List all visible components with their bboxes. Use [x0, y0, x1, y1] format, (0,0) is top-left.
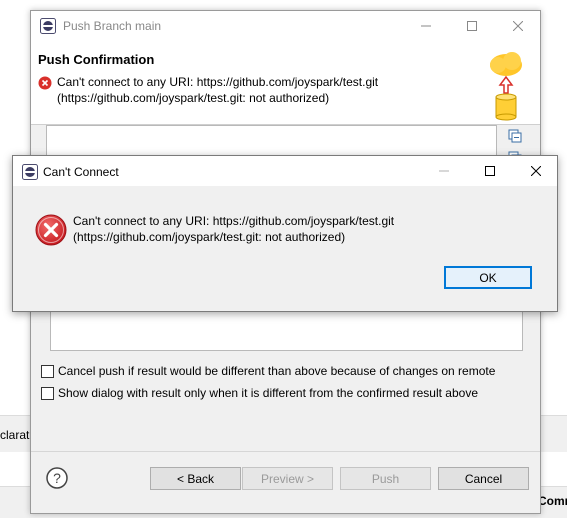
header-error-message: Can't connect to any URI: https://github… — [57, 74, 477, 106]
error-icon — [35, 214, 67, 246]
preview-button[interactable]: Preview > — [242, 467, 333, 490]
minimize-button — [421, 156, 467, 186]
push-message-area[interactable] — [50, 311, 523, 351]
push-wizard-icon — [490, 52, 522, 121]
wizard-header: Push Confirmation Can't connect to any U… — [31, 41, 540, 125]
cant-connect-line1: Can't connect to any URI: https://github… — [73, 214, 395, 228]
cant-connect-message: Can't connect to any URI: https://github… — [73, 213, 394, 245]
push-dialog-titlebar: Push Branch main — [31, 11, 540, 41]
wizard-footer: ? < Back Preview > Push Cancel — [31, 451, 540, 513]
push-button[interactable]: Push — [340, 467, 431, 490]
option-show-dialog[interactable]: Show dialog with result only when it is … — [41, 386, 478, 400]
cancel-push-label: Cancel push if result would be different… — [58, 364, 496, 378]
cant-connect-dialog: Can't Connect Can't connect to any URI: … — [12, 155, 558, 312]
error-icon — [38, 76, 52, 90]
back-button[interactable]: < Back — [150, 467, 241, 490]
close-button[interactable] — [495, 11, 541, 41]
show-dialog-checkbox[interactable] — [41, 386, 54, 400]
page-title: Push Confirmation — [38, 52, 155, 67]
header-error-line2: (https://github.com/joyspark/test.git: n… — [57, 91, 330, 105]
svg-text:?: ? — [53, 470, 61, 486]
help-icon[interactable]: ? — [45, 466, 69, 490]
eclipse-icon — [22, 164, 38, 180]
show-dialog-label: Show dialog with result only when it is … — [58, 386, 478, 400]
header-error-line1: Can't connect to any URI: https://github… — [57, 75, 379, 89]
background-comment-column: Comm — [538, 494, 567, 508]
cant-connect-line2: (https://github.com/joyspark/test.git: n… — [73, 230, 346, 244]
cancel-button[interactable]: Cancel — [438, 467, 529, 490]
maximize-button[interactable] — [467, 156, 513, 186]
minimize-button[interactable] — [403, 11, 449, 41]
push-dialog-title: Push Branch main — [63, 19, 162, 33]
collapse-all-icon[interactable] — [508, 129, 522, 143]
cant-connect-title: Can't Connect — [43, 165, 119, 179]
option-cancel-push[interactable]: Cancel push if result would be different… — [41, 364, 495, 378]
cant-connect-titlebar: Can't Connect — [13, 156, 557, 186]
close-button[interactable] — [513, 156, 559, 186]
maximize-button[interactable] — [449, 11, 495, 41]
ok-button[interactable]: OK — [444, 266, 532, 289]
eclipse-icon — [40, 18, 56, 34]
cancel-push-checkbox[interactable] — [41, 364, 54, 378]
